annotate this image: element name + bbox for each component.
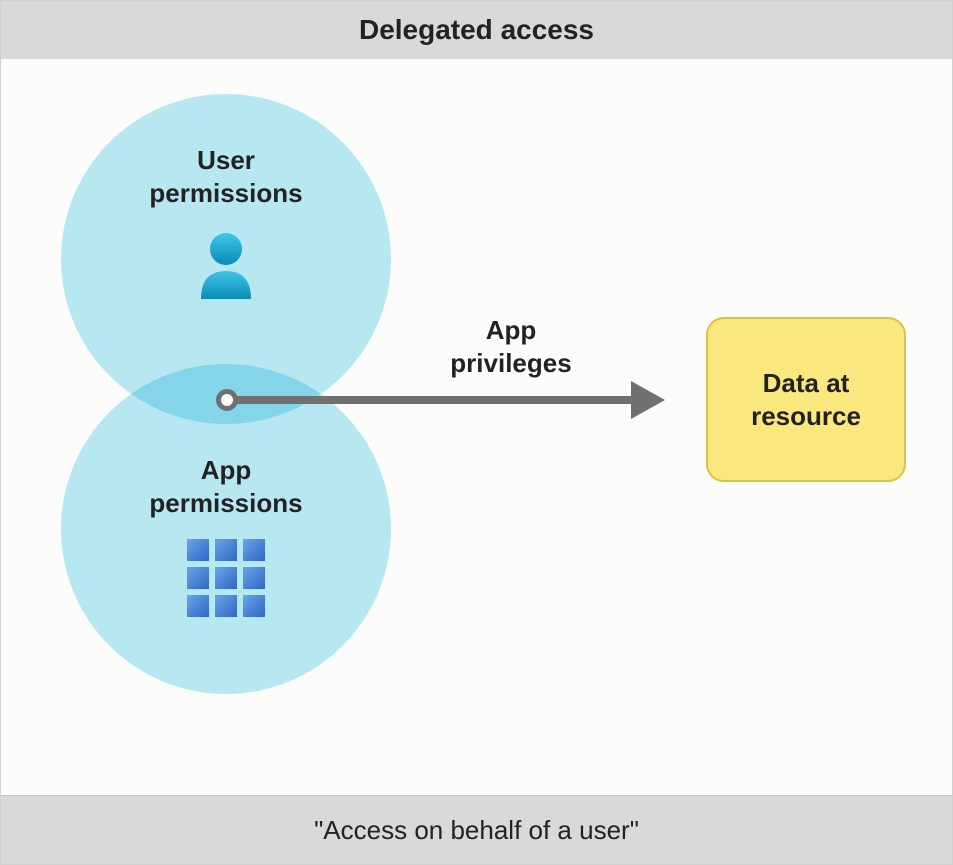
footer-bar: "Access on behalf of a user" [1,795,952,864]
diagram-canvas: User permissions App permissions [1,59,952,796]
arrow-line [234,396,634,404]
user-permissions-content: User permissions [61,144,391,301]
user-permissions-label: User permissions [61,144,391,209]
arrow-head-icon [631,381,665,419]
user-icon [61,229,391,301]
diagram-footer: "Access on behalf of a user" [314,815,639,846]
arrow-label: App privileges [411,314,611,379]
resource-box: Data at resource [706,317,906,482]
app-permissions-content: App permissions [61,454,391,617]
title-bar: Delegated access [1,1,952,60]
privileges-arrow [216,389,676,419]
app-grid-icon [61,539,391,617]
diagram-frame: Delegated access User permissions [0,0,953,865]
arrow-origin-dot [216,389,238,411]
app-permissions-label: App permissions [61,454,391,519]
diagram-title: Delegated access [359,14,594,46]
resource-label: Data at resource [751,367,861,432]
